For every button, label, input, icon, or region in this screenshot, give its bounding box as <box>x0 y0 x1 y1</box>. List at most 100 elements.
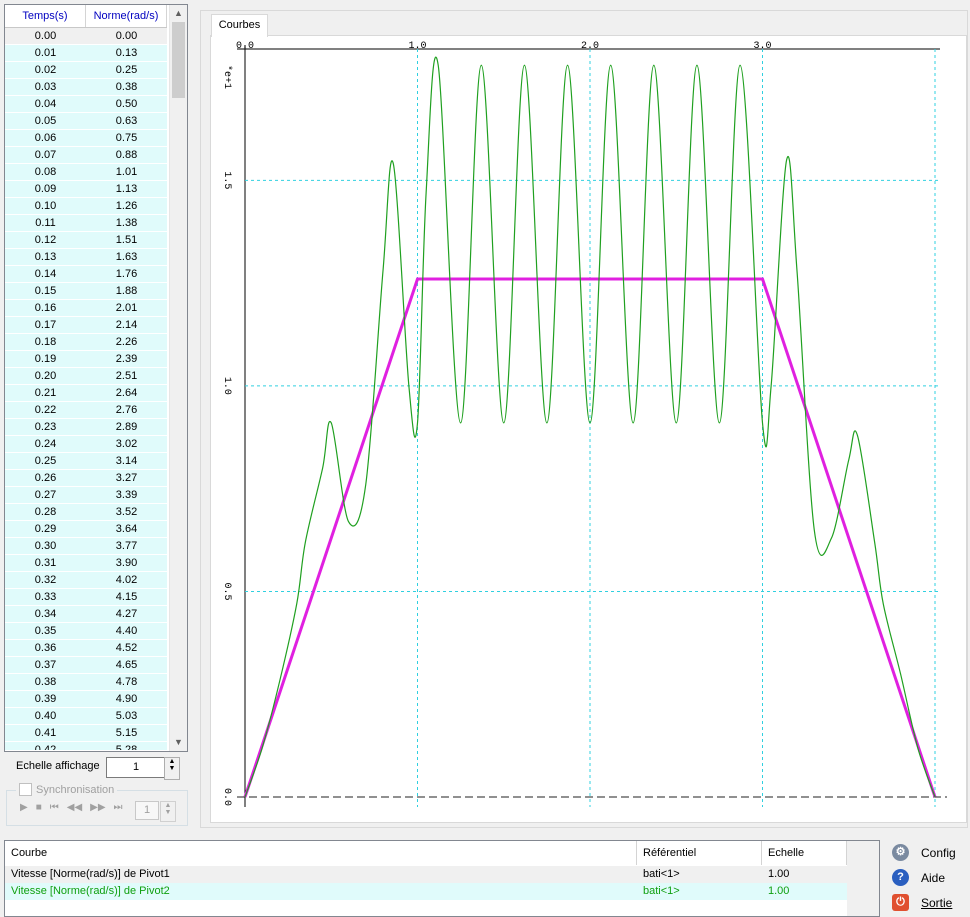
table-row[interactable]: 0.38 4.78 <box>5 674 167 691</box>
norm-cell: 2.01 <box>115 302 138 314</box>
x-tick-label: 1.0 <box>408 41 426 52</box>
scale-column-header[interactable]: Echelle <box>762 841 847 865</box>
table-row[interactable]: 0.05 0.63 <box>5 113 167 130</box>
table-row[interactable]: 0.18 2.26 <box>5 334 167 351</box>
rewind-icon[interactable]: ◀◀ <box>67 802 82 813</box>
table-row[interactable]: 0.41 5.15 <box>5 725 167 742</box>
time-cell: 0.33 <box>34 591 57 603</box>
table-row[interactable]: 0.39 4.90 <box>5 691 167 708</box>
exit-icon: ⏻ <box>892 894 909 911</box>
sync-checkbox-row[interactable]: Synchronisation <box>16 783 118 796</box>
echelle-input[interactable]: 1 <box>106 757 166 778</box>
curves-legend-table[interactable]: Courbe Référentiel Echelle Vitesse [Norm… <box>4 840 880 917</box>
scroll-thumb[interactable] <box>172 22 185 98</box>
play-icon[interactable]: ▶ <box>20 802 28 813</box>
table-row[interactable]: 0.10 1.26 <box>5 198 167 215</box>
table-row[interactable]: 0.20 2.51 <box>5 368 167 385</box>
table-row[interactable]: 0.12 1.51 <box>5 232 167 249</box>
table-row[interactable]: 0.06 0.75 <box>5 130 167 147</box>
table-row[interactable]: 0.28 3.52 <box>5 504 167 521</box>
norm-cell: 3.14 <box>115 455 138 467</box>
table-row[interactable]: 0.33 4.15 <box>5 589 167 606</box>
scroll-down-icon[interactable]: ▼ <box>170 734 187 751</box>
norm-cell: 4.65 <box>115 659 138 671</box>
table-row[interactable]: 0.11 1.38 <box>5 215 167 232</box>
table-row[interactable]: 0.19 2.39 <box>5 351 167 368</box>
table-row[interactable]: 0.29 3.64 <box>5 521 167 538</box>
table-row[interactable]: 0.42 5.28 <box>5 742 167 750</box>
time-cell: 0.42 <box>34 744 57 750</box>
table-row[interactable]: 0.07 0.88 <box>5 147 167 164</box>
table-row[interactable]: 0.02 0.25 <box>5 62 167 79</box>
curve-ref: bati<1> <box>643 868 680 880</box>
norm-column-header[interactable]: Norme(rad/s) <box>86 5 167 27</box>
time-cell: 0.17 <box>34 319 57 331</box>
tab-courbes[interactable]: Courbes <box>211 14 268 37</box>
legend-row[interactable]: Vitesse [Norme(rad/s)] de Pivot2 bati<1>… <box>5 883 847 900</box>
table-row[interactable]: 0.23 2.89 <box>5 419 167 436</box>
table-row[interactable]: 0.26 3.27 <box>5 470 167 487</box>
norm-cell: 3.27 <box>115 472 138 484</box>
table-row[interactable]: 0.21 2.64 <box>5 385 167 402</box>
time-cell: 0.18 <box>34 336 57 348</box>
table-row[interactable]: 0.00 0.00 <box>5 28 167 45</box>
table-row[interactable]: 0.14 1.76 <box>5 266 167 283</box>
table-row[interactable]: 0.36 4.52 <box>5 640 167 657</box>
sync-checkbox[interactable] <box>19 783 32 796</box>
time-column-header[interactable]: Temps(s) <box>5 5 86 27</box>
table-row[interactable]: 0.27 3.39 <box>5 487 167 504</box>
table-row[interactable]: 0.13 1.63 <box>5 249 167 266</box>
curve-name: Vitesse [Norme(rad/s)] de Pivot2 <box>11 885 170 897</box>
first-frame-icon[interactable]: ⏮ <box>50 802 59 813</box>
norm-cell: 4.27 <box>115 608 138 620</box>
sortie-button[interactable]: ⏻ Sortie <box>892 894 952 911</box>
table-row[interactable]: 0.22 2.76 <box>5 402 167 419</box>
time-cell: 0.34 <box>34 608 57 620</box>
table-row[interactable]: 0.15 1.88 <box>5 283 167 300</box>
time-cell: 0.21 <box>34 387 57 399</box>
table-row[interactable]: 0.04 0.50 <box>5 96 167 113</box>
table-row[interactable]: 0.37 4.65 <box>5 657 167 674</box>
norm-cell: 0.50 <box>115 98 138 110</box>
table-row[interactable]: 0.08 1.01 <box>5 164 167 181</box>
table-row[interactable]: 0.35 4.40 <box>5 623 167 640</box>
table-row[interactable]: 0.17 2.14 <box>5 317 167 334</box>
norm-cell: 1.01 <box>115 166 138 178</box>
norm-cell: 1.51 <box>115 234 138 246</box>
forward-icon[interactable]: ▶▶ <box>90 802 105 813</box>
norm-cell: 1.63 <box>115 251 138 263</box>
table-row[interactable]: 0.01 0.13 <box>5 45 167 62</box>
chart-plot[interactable]: 0.0 1.0 2.0 3.0 0.0 0.5 1.0 1.5 *e+1 <box>212 37 962 812</box>
last-frame-icon[interactable]: ⏭ <box>114 802 123 813</box>
config-button[interactable]: ⚙ Config <box>892 844 956 861</box>
echelle-spinner[interactable]: ▲ ▼ <box>164 757 180 780</box>
sync-spinner[interactable]: ▲ ▼ <box>160 801 176 822</box>
aide-button[interactable]: ? Aide <box>892 869 945 886</box>
legend-row[interactable]: Vitesse [Norme(rad/s)] de Pivot1 bati<1>… <box>5 866 847 883</box>
time-cell: 0.28 <box>34 506 57 518</box>
ref-column-header[interactable]: Référentiel <box>637 841 762 865</box>
norm-cell: 2.39 <box>115 353 138 365</box>
sync-frame-input[interactable]: 1 <box>135 801 159 820</box>
table-row[interactable]: 0.16 2.01 <box>5 300 167 317</box>
table-row[interactable]: 0.03 0.38 <box>5 79 167 96</box>
table-row[interactable]: 0.25 3.14 <box>5 453 167 470</box>
stop-icon[interactable]: ■ <box>36 802 42 813</box>
norm-cell: 0.00 <box>115 30 138 42</box>
time-cell: 0.07 <box>34 149 57 161</box>
time-cell: 0.40 <box>34 710 57 722</box>
table-row[interactable]: 0.24 3.02 <box>5 436 167 453</box>
norm-cell: 5.28 <box>115 744 138 750</box>
norm-cell: 0.38 <box>115 81 138 93</box>
values-table[interactable]: Temps(s) Norme(rad/s) 0.00 0.00 0.01 0.13 0.… <box>4 4 188 752</box>
table-row[interactable]: 0.34 4.27 <box>5 606 167 623</box>
table-scrollbar[interactable]: ▲ ▼ <box>169 5 187 751</box>
table-row[interactable]: 0.09 1.13 <box>5 181 167 198</box>
table-row[interactable]: 0.32 4.02 <box>5 572 167 589</box>
table-row[interactable]: 0.40 5.03 <box>5 708 167 725</box>
scroll-up-icon[interactable]: ▲ <box>170 5 187 22</box>
norm-cell: 3.77 <box>115 540 138 552</box>
table-row[interactable]: 0.31 3.90 <box>5 555 167 572</box>
curve-column-header[interactable]: Courbe <box>5 841 637 865</box>
table-row[interactable]: 0.30 3.77 <box>5 538 167 555</box>
